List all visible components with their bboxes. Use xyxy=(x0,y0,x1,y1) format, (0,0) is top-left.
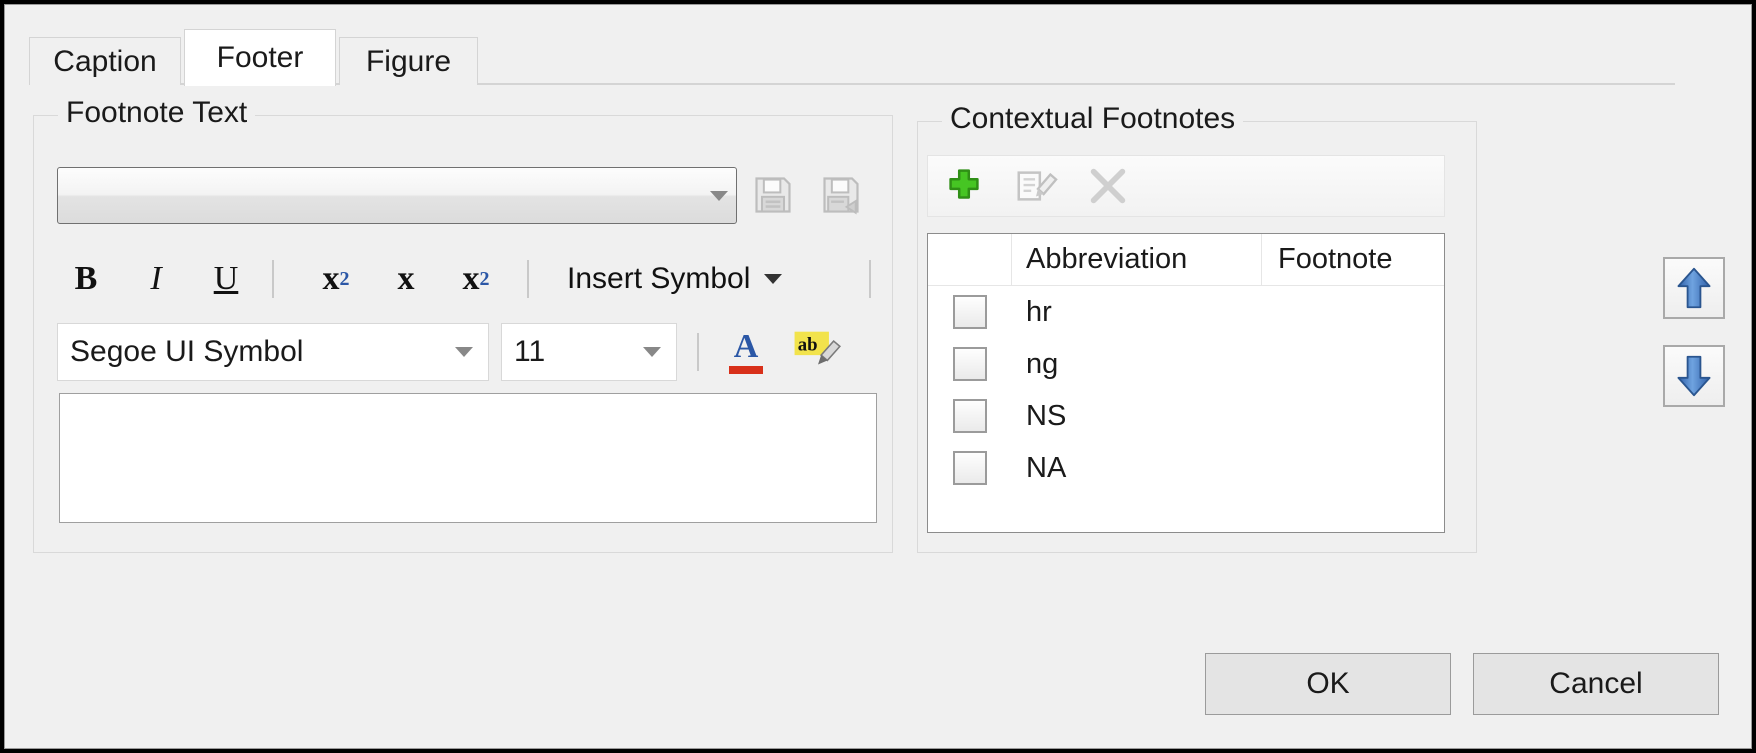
grid-header-row: Abbreviation Footnote xyxy=(928,234,1444,286)
tab-caption[interactable]: Caption xyxy=(29,37,181,85)
row-abbreviation: NA xyxy=(1012,452,1262,485)
italic-button[interactable]: I xyxy=(127,250,185,308)
row-checkbox[interactable] xyxy=(928,399,1012,433)
footnote-text-group-title: Footnote Text xyxy=(58,96,255,130)
row-checkbox[interactable] xyxy=(928,451,1012,485)
superscript-exponent: 2 xyxy=(340,268,350,291)
chevron-down-icon xyxy=(628,347,676,357)
font-size-select[interactable]: 11 xyxy=(501,323,677,381)
grid-header-abbreviation: Abbreviation xyxy=(1012,234,1262,285)
toolbar-divider xyxy=(697,333,699,371)
font-size-value: 11 xyxy=(502,335,628,369)
insert-symbol-button[interactable]: Insert Symbol xyxy=(557,250,847,308)
table-row[interactable]: NS xyxy=(928,390,1444,442)
font-toolbar: Segoe UI Symbol 11 A ab xyxy=(57,323,877,381)
toolbar-divider xyxy=(869,260,871,298)
row-abbreviation: NS xyxy=(1012,400,1262,433)
toolbar-divider xyxy=(527,260,529,298)
tab-footer[interactable]: Footer xyxy=(184,29,336,86)
subscript-exponent: 2 xyxy=(480,268,490,291)
footnote-dialog: Caption Footer Figure Footnote Text xyxy=(4,4,1752,749)
chevron-down-icon xyxy=(764,274,782,284)
svg-text:ab: ab xyxy=(798,334,818,355)
text-highlight-button[interactable]: ab xyxy=(787,323,849,381)
toolbar-divider xyxy=(272,260,274,298)
contextual-footnotes-grid[interactable]: Abbreviation Footnote hr ng NS NA xyxy=(927,233,1445,533)
tab-figure[interactable]: Figure xyxy=(339,37,478,85)
row-abbreviation: ng xyxy=(1012,348,1262,381)
add-icon[interactable] xyxy=(928,156,1000,216)
move-up-icon xyxy=(1674,266,1714,310)
font-color-swatch xyxy=(729,366,763,374)
save-as-icon[interactable] xyxy=(813,167,869,223)
table-row[interactable]: ng xyxy=(928,338,1444,390)
row-abbreviation: hr xyxy=(1012,296,1262,329)
row-checkbox[interactable] xyxy=(928,347,1012,381)
move-down-icon xyxy=(1674,354,1714,398)
font-family-select[interactable]: Segoe UI Symbol xyxy=(57,323,489,381)
tab-strip: Caption Footer Figure xyxy=(29,29,1729,85)
format-toolbar: B I U x2 x x2 Insert Symbol xyxy=(57,250,877,308)
font-color-button[interactable]: A xyxy=(717,323,775,381)
chevron-down-icon xyxy=(702,191,736,201)
edit-icon[interactable] xyxy=(1000,156,1072,216)
grid-header-footnote: Footnote xyxy=(1262,234,1444,285)
chevron-down-icon xyxy=(440,347,488,357)
font-family-value: Segoe UI Symbol xyxy=(58,335,440,369)
grid-header-checkbox-column xyxy=(928,234,1012,285)
contextual-footnotes-group-title: Contextual Footnotes xyxy=(942,102,1243,136)
subscript-button[interactable]: x2 xyxy=(447,250,505,308)
footnote-editor[interactable] xyxy=(59,393,877,523)
clear-formatting-button[interactable]: x xyxy=(377,250,435,308)
superscript-base: x xyxy=(323,260,340,298)
cancel-button[interactable]: Cancel xyxy=(1473,653,1719,715)
save-icon[interactable] xyxy=(745,167,801,223)
contextual-footnotes-toolbar xyxy=(927,155,1445,217)
bold-button[interactable]: B xyxy=(57,250,115,308)
table-row[interactable]: NA xyxy=(928,442,1444,494)
table-row[interactable]: hr xyxy=(928,286,1444,338)
superscript-button[interactable]: x2 xyxy=(307,250,365,308)
subscript-base: x xyxy=(463,260,480,298)
move-up-button[interactable] xyxy=(1663,257,1725,319)
row-checkbox[interactable] xyxy=(928,295,1012,329)
font-color-glyph: A xyxy=(734,330,759,364)
underline-button[interactable]: U xyxy=(197,250,255,308)
ok-button[interactable]: OK xyxy=(1205,653,1451,715)
footnote-select[interactable] xyxy=(57,167,737,224)
move-down-button[interactable] xyxy=(1663,345,1725,407)
delete-icon[interactable] xyxy=(1072,156,1144,216)
insert-symbol-label: Insert Symbol xyxy=(567,262,750,296)
